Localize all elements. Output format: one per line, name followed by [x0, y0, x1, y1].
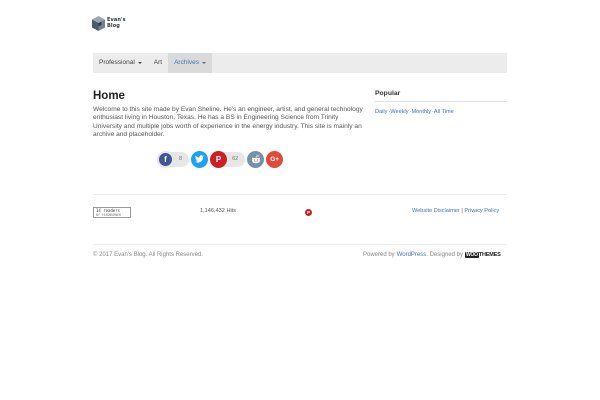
cube-logo-icon: [92, 16, 105, 31]
designed-by-text: . Designed by: [426, 252, 463, 258]
footer-divider-bottom: [93, 244, 507, 245]
footer-credits: Powered by WordPress . Designed by WOO T…: [363, 252, 507, 258]
nav-item-professional[interactable]: Professional: [93, 53, 148, 73]
popular-tabs: Daily ·Weekly ·Monthly ·All Time: [375, 109, 454, 115]
facebook-icon: f: [164, 154, 167, 164]
pinterest-icon: P: [215, 154, 222, 164]
reddit-icon: [251, 154, 260, 163]
google-plus-icon: G+: [270, 155, 280, 163]
website-disclaimer-link[interactable]: Website Disclaimer: [412, 208, 460, 214]
tab-monthly[interactable]: ·Monthly: [410, 109, 431, 115]
footer-links: Website Disclaimer | Privacy Policy: [412, 207, 507, 216]
logo-line-2: Blog: [107, 22, 120, 29]
nav-item-label: Archives: [174, 59, 200, 66]
nav-item-archives[interactable]: Archives: [168, 53, 213, 73]
google-plus-share-button[interactable]: G+: [266, 150, 284, 168]
main-nav: Professional Art Archives: [93, 53, 507, 73]
woo-text: THEMES: [478, 252, 501, 258]
site-logo[interactable]: Evan's Blog: [92, 16, 126, 31]
link-separator: |: [461, 208, 463, 214]
nav-item-art[interactable]: Art: [148, 53, 168, 73]
woothemes-logo[interactable]: WOO THEMES: [464, 252, 501, 258]
wordpress-link[interactable]: WordPress: [397, 252, 427, 258]
copyright-text: © 2017 Evan's Blog. All Rights Reserved.: [93, 252, 203, 258]
feedburner-readers-badge[interactable]: 14 readers BY FEEDBURNER: [93, 207, 131, 218]
caret-down-icon: [202, 62, 207, 64]
page-title: Home: [93, 90, 125, 102]
popular-widget-title: Popular: [375, 90, 401, 97]
nav-item-label: Professional: [99, 59, 135, 66]
sidebar-divider: [375, 101, 507, 102]
powered-by-text: Powered by: [363, 252, 395, 258]
tab-weekly[interactable]: ·Weekly: [388, 109, 408, 115]
share-bar: f 8 P 62 G+: [157, 150, 284, 168]
footer-divider-top: [93, 194, 507, 195]
caret-down-icon: [137, 62, 142, 64]
facebook-share-button[interactable]: f: [157, 150, 174, 168]
tab-all-time[interactable]: ·All Time: [432, 109, 454, 115]
twitter-icon: [195, 155, 205, 163]
nav-item-label: Art: [153, 59, 163, 66]
hit-counter: 1,146,432 Hits: [200, 208, 237, 214]
pinterest-follow-icon[interactable]: P: [305, 209, 312, 216]
pinterest-share-button[interactable]: P: [210, 150, 228, 168]
readers-source: BY FEEDBURNER: [96, 213, 121, 217]
twitter-share-button[interactable]: [191, 150, 209, 168]
intro-text: Welcome to this site made by Evan Shelin…: [93, 106, 363, 139]
privacy-policy-link[interactable]: Privacy Policy: [464, 208, 499, 214]
woo-box: WOO: [464, 252, 479, 258]
reddit-share-button[interactable]: [247, 150, 265, 168]
tab-daily[interactable]: Daily: [375, 109, 387, 115]
